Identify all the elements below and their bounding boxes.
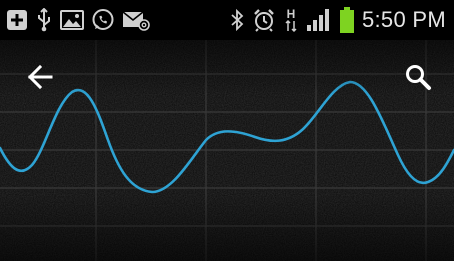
- whatsapp-icon: [91, 8, 115, 32]
- usb-icon: [35, 8, 53, 32]
- back-button[interactable]: [20, 59, 60, 99]
- alarm-icon: [252, 8, 276, 32]
- add-notification-icon: [6, 9, 28, 31]
- battery-cap: [343, 7, 350, 10]
- signal-icon: [306, 8, 332, 32]
- bluetooth-icon: [230, 8, 244, 32]
- search-icon: [404, 63, 432, 96]
- email-icon: [122, 9, 150, 31]
- battery-icon: [339, 7, 354, 33]
- hspa-data-icon: H: [284, 7, 298, 33]
- app-screen: H 5:50 PM: [0, 0, 454, 261]
- status-time: 5:50 PM: [361, 7, 446, 32]
- arrow-back-icon: [27, 64, 53, 95]
- battery-body: [339, 10, 354, 33]
- action-bar: [0, 40, 454, 120]
- search-button[interactable]: [398, 59, 438, 99]
- svg-text:H: H: [287, 7, 296, 21]
- status-bar: H 5:50 PM: [0, 0, 454, 40]
- gallery-icon: [60, 9, 84, 31]
